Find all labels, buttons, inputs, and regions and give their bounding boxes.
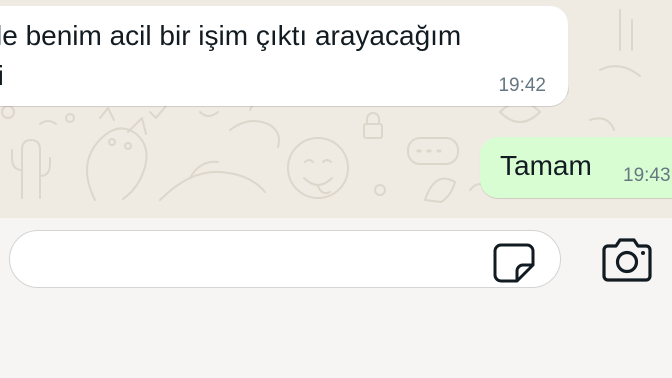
- camera-icon: [602, 238, 652, 282]
- message-text: kle benim acil bir işim çıktı arayacağım…: [0, 16, 545, 96]
- sticker-icon: [493, 243, 535, 283]
- chat-area[interactable]: kle benim acil bir işim çıktı arayacağım…: [0, 0, 672, 218]
- message-bubble-incoming[interactable]: kle benim acil bir işim çıktı arayacağım…: [0, 6, 568, 106]
- message-bubble-outgoing[interactable]: Tamam 19:43: [480, 137, 672, 198]
- message-timestamp: 19:42: [498, 75, 546, 96]
- message-line-1: kle benim acil bir işim çıktı arayacağım: [0, 20, 462, 51]
- sticker-button[interactable]: [493, 241, 537, 285]
- camera-button[interactable]: [600, 238, 654, 282]
- compose-bar: [0, 218, 672, 378]
- message-input[interactable]: [9, 230, 561, 288]
- message-timestamp: 19:43: [623, 165, 671, 186]
- message-text: Tamam: [500, 150, 592, 181]
- message-line-2: ni: [0, 60, 4, 91]
